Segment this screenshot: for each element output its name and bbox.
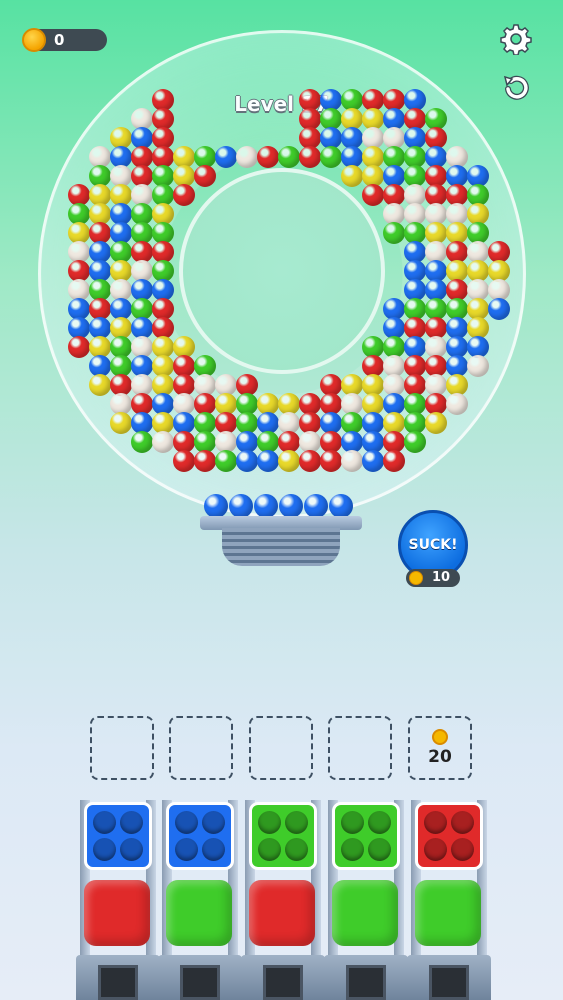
empty-slot[interactable] (328, 716, 392, 780)
outlet-balls (0, 0, 563, 530)
funnel (222, 528, 340, 566)
column-pit (263, 965, 303, 1000)
tray-hole (368, 838, 391, 861)
ball-column[interactable] (158, 800, 242, 1000)
queued-box-red (84, 880, 150, 946)
tray-hole (368, 811, 391, 834)
ball-column[interactable] (76, 800, 160, 1000)
column-pit (98, 965, 138, 1000)
tray-hole (93, 838, 116, 861)
tray-hole (424, 838, 447, 861)
tray-hole (202, 838, 225, 861)
suck-cost: 10 (432, 570, 451, 585)
color-tray-blue[interactable] (166, 802, 234, 870)
suck-cost-badge: 10 (406, 569, 460, 587)
coin-icon (432, 729, 448, 745)
column-pit (346, 965, 386, 1000)
empty-slot[interactable] (169, 716, 233, 780)
ball-column[interactable] (407, 800, 491, 1000)
color-tray-green[interactable] (249, 802, 317, 870)
tray-hole (120, 811, 143, 834)
tray-hole (424, 811, 447, 834)
tray-hole (258, 811, 281, 834)
tray-hole (175, 838, 198, 861)
queued-box-green (415, 880, 481, 946)
locked-slot-cost: 20 (428, 747, 452, 767)
outlet-ball (229, 494, 253, 518)
tray-hole (451, 811, 474, 834)
locked-slot[interactable]: 20 (408, 716, 472, 780)
outlet-ball (204, 494, 228, 518)
queued-box-green (166, 880, 232, 946)
queued-box-green (332, 880, 398, 946)
tray-hole (202, 811, 225, 834)
tray-hole (285, 838, 308, 861)
queued-box-red (249, 880, 315, 946)
ball-column[interactable] (324, 800, 408, 1000)
ball-column[interactable] (241, 800, 325, 1000)
suck-label: SUCK! (408, 537, 458, 553)
column-base (158, 955, 242, 1000)
tray-hole (93, 811, 116, 834)
column-pit (429, 965, 469, 1000)
column-pit (180, 965, 220, 1000)
tray-hole (451, 838, 474, 861)
color-tray-green[interactable] (332, 802, 400, 870)
column-base (76, 955, 160, 1000)
column-base (407, 955, 491, 1000)
tray-hole (341, 838, 364, 861)
tray-hole (341, 811, 364, 834)
outlet-ball (304, 494, 328, 518)
coin-icon (409, 571, 423, 585)
column-base (241, 955, 325, 1000)
tray-hole (120, 838, 143, 861)
tray-hole (285, 811, 308, 834)
outlet-ball (254, 494, 278, 518)
empty-slot[interactable] (90, 716, 154, 780)
color-tray-blue[interactable] (84, 802, 152, 870)
tray-hole (175, 811, 198, 834)
outlet-ball (279, 494, 303, 518)
outlet-ball (329, 494, 353, 518)
color-tray-red[interactable] (415, 802, 483, 870)
tray-hole (258, 838, 281, 861)
empty-slot[interactable] (249, 716, 313, 780)
column-base (324, 955, 408, 1000)
